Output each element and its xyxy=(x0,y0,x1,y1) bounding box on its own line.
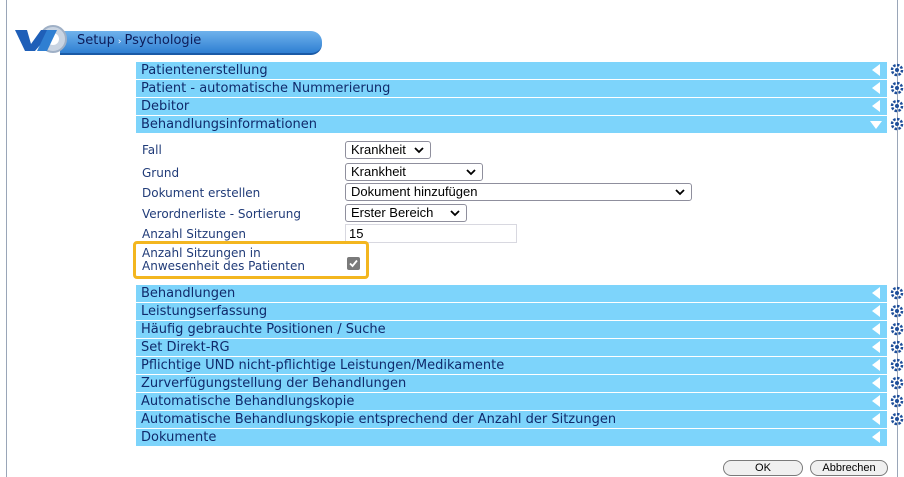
grund-select[interactable]: Krankheit xyxy=(345,163,483,181)
section-pflichtige-leistungen[interactable]: Pflichtige UND nicht-pflichtige Leistung… xyxy=(136,357,887,374)
anzahl-sitzungen-input[interactable]: 15 xyxy=(345,224,517,243)
section-label: Behandlungsinformationen xyxy=(141,117,317,132)
section-patientenerstellung[interactable]: Patientenerstellung xyxy=(136,62,887,79)
anwesenheit-checkbox[interactable] xyxy=(347,257,360,270)
collapse-arrow-icon xyxy=(872,341,880,353)
chevron-down-icon xyxy=(466,169,476,176)
app-logo-icon xyxy=(15,25,67,53)
collapse-arrow-icon xyxy=(872,64,880,76)
collapse-arrow-icon xyxy=(872,305,880,317)
gear-icon[interactable] xyxy=(890,340,904,354)
collapse-arrow-icon xyxy=(872,82,880,94)
section-label: Patientenerstellung xyxy=(141,63,268,78)
anwesenheit-label-line2: Anwesenheit des Patienten xyxy=(142,259,305,273)
section-label: Pflichtige UND nicht-pflichtige Leistung… xyxy=(141,358,505,373)
collapse-arrow-icon xyxy=(872,359,880,371)
section-dokumente[interactable]: Dokumente xyxy=(136,429,887,446)
section-haeufig-gebrauchte-positionen[interactable]: Häufig gebrauchte Positionen / Suche xyxy=(136,321,887,338)
gear-icon[interactable] xyxy=(890,304,904,318)
grund-label: Grund xyxy=(142,166,180,180)
section-label: Automatische Behandlungskopie entspreche… xyxy=(141,412,617,427)
gear-icon[interactable] xyxy=(890,394,904,408)
section-label: Leistungserfassung xyxy=(141,304,268,319)
collapse-arrow-icon xyxy=(872,377,880,389)
gear-icon[interactable] xyxy=(890,63,904,77)
gear-icon[interactable] xyxy=(890,81,904,95)
dokument-erstellen-label: Dokument erstellen xyxy=(142,186,261,200)
chevron-down-icon xyxy=(675,189,685,196)
gear-icon[interactable] xyxy=(890,376,904,390)
section-label: Zurverfügungstellung der Behandlungen xyxy=(141,376,407,391)
section-debitor[interactable]: Debitor xyxy=(136,98,887,115)
fall-label: Fall xyxy=(142,143,162,157)
section-label: Häufig gebrauchte Positionen / Suche xyxy=(141,322,386,337)
chevron-down-icon xyxy=(414,147,424,154)
collapse-arrow-icon xyxy=(872,100,880,112)
section-label: Debitor xyxy=(141,99,190,114)
collapse-arrow-icon xyxy=(872,323,880,335)
section-label: Behandlungen xyxy=(141,286,236,301)
section-label: Patient - automatische Nummerierung xyxy=(141,81,391,96)
checkmark-icon xyxy=(349,259,358,268)
collapse-arrow-icon xyxy=(872,287,880,299)
section-zurverfuegungstellung[interactable]: Zurverfügungstellung der Behandlungen xyxy=(136,375,887,392)
collapse-arrow-icon xyxy=(872,413,880,425)
dokument-erstellen-select[interactable]: Dokument hinzufügen xyxy=(345,183,692,201)
grund-select-value: Krankheit xyxy=(351,164,406,179)
breadcrumb-item-setup[interactable]: Setup xyxy=(77,33,115,48)
fall-select[interactable]: Krankheit xyxy=(345,141,431,159)
chevron-down-icon xyxy=(450,210,460,217)
section-behandlungen[interactable]: Behandlungen xyxy=(136,285,887,302)
collapse-arrow-icon xyxy=(872,395,880,407)
dokument-select-value: Dokument hinzufügen xyxy=(351,184,478,199)
gear-icon[interactable] xyxy=(890,99,904,113)
section-label: Set Direkt-RG xyxy=(141,340,230,355)
ok-button[interactable]: OK xyxy=(723,460,803,476)
section-patient-nummerierung[interactable]: Patient - automatische Nummerierung xyxy=(136,80,887,97)
gear-icon[interactable] xyxy=(890,358,904,372)
collapse-arrow-icon xyxy=(872,431,880,443)
section-leistungserfassung[interactable]: Leistungserfassung xyxy=(136,303,887,320)
breadcrumb-item-psychologie[interactable]: Psychologie xyxy=(124,33,201,48)
anwesenheit-label-line1: Anzahl Sitzungen in xyxy=(142,246,261,260)
breadcrumb-separator-icon: › xyxy=(117,37,122,47)
frame-border-left xyxy=(6,0,7,477)
section-label: Dokumente xyxy=(141,430,217,445)
section-automatische-behandlungskopie[interactable]: Automatische Behandlungskopie xyxy=(136,393,887,410)
fall-select-value: Krankheit xyxy=(351,142,406,157)
gear-icon[interactable] xyxy=(890,117,904,131)
gear-icon[interactable] xyxy=(890,322,904,336)
anzahl-sitzungen-label: Anzahl Sitzungen xyxy=(142,227,246,241)
section-behandlungskopie-sitzungen[interactable]: Automatische Behandlungskopie entspreche… xyxy=(136,411,887,428)
cancel-button[interactable]: Abbrechen xyxy=(810,460,888,476)
breadcrumb: Setup › Psychologie xyxy=(77,33,201,48)
expand-arrow-icon xyxy=(870,121,882,129)
verordnerliste-sortierung-select[interactable]: Erster Bereich xyxy=(345,204,467,222)
section-behandlungsinformationen[interactable]: Behandlungsinformationen xyxy=(136,116,887,133)
section-label: Automatische Behandlungskopie xyxy=(141,394,355,409)
section-set-direkt-rg[interactable]: Set Direkt-RG xyxy=(136,339,887,356)
verordner-select-value: Erster Bereich xyxy=(351,205,434,220)
gear-icon[interactable] xyxy=(890,412,904,426)
verordnerliste-sortierung-label: Verordnerliste - Sortierung xyxy=(142,207,301,221)
gear-icon[interactable] xyxy=(890,286,904,300)
